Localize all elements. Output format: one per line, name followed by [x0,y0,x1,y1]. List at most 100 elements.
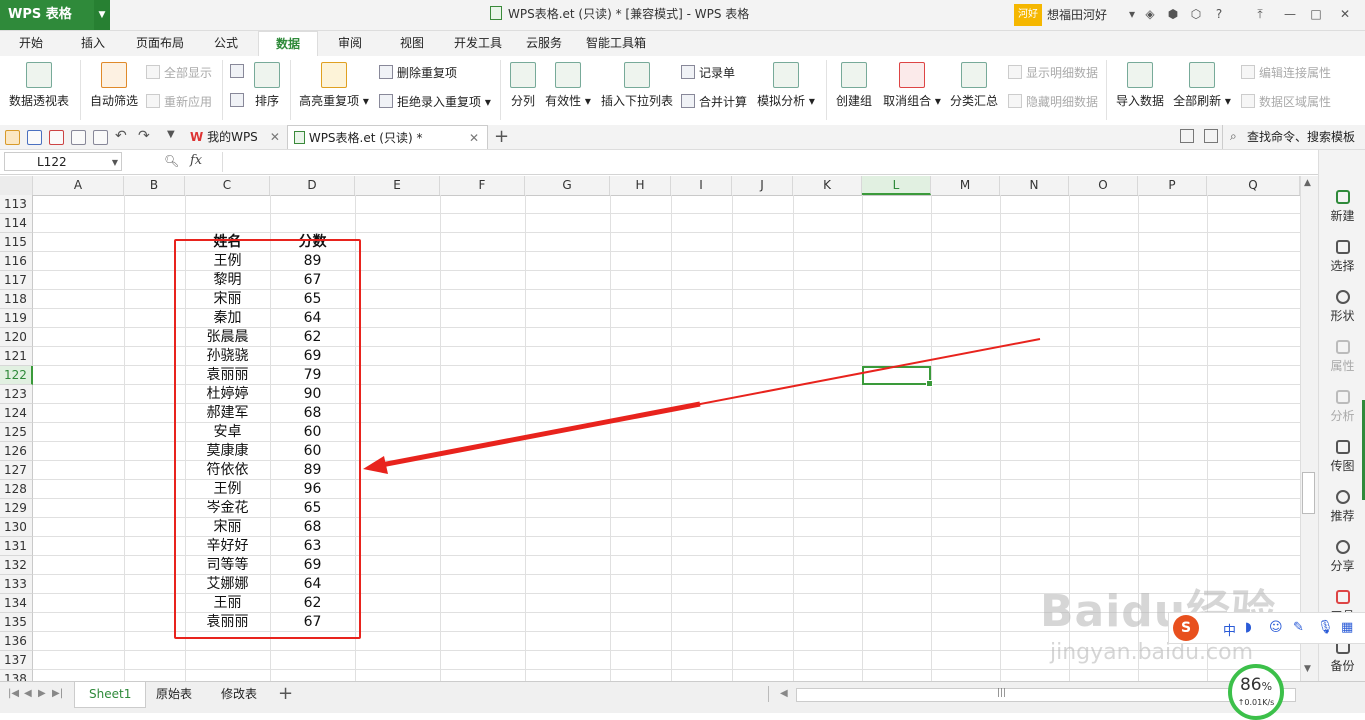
scroll-left-icon[interactable]: ◀ [780,688,788,699]
show-detail-button[interactable]: 显示明细数据 [1008,64,1098,81]
reapply-button[interactable]: 重新应用 [146,93,212,110]
pen-icon[interactable]: ✎ [1293,620,1304,635]
emoji-icon[interactable]: ☺ [1269,620,1283,635]
refresh-all-button[interactable]: 全部刷新 ▾ [1172,56,1232,109]
user-badge[interactable]: 河好 [1014,4,1042,26]
tab-formula[interactable]: 公式 [214,31,238,56]
shape-button[interactable]: 形状 [1319,290,1365,324]
first-sheet-icon[interactable]: |◀ [8,688,19,699]
recommend-button[interactable]: 推荐 [1319,490,1365,524]
tab-page-layout[interactable]: 页面布局 [136,31,184,56]
create-group-button[interactable]: 创建组 [834,56,874,109]
remove-duplicates-button[interactable]: 删除重复项 [379,64,457,81]
pivot-table-button[interactable]: 数据透视表 [6,56,72,109]
sort-button[interactable]: 排序 [252,56,282,109]
share-window-icon[interactable] [1204,129,1218,143]
select-button[interactable]: 选择 [1319,240,1365,274]
gear-icon[interactable]: ⬡ [1188,6,1204,22]
user-dropdown-icon[interactable]: ▾ [1124,6,1140,22]
sheet-tab[interactable]: 原始表 [142,682,206,707]
hide-detail-button[interactable]: 隐藏明细数据 [1008,93,1098,110]
sheet-tab[interactable]: 修改表 [207,682,271,707]
simulation-analysis-button[interactable]: 模拟分析 ▾ [756,56,816,109]
next-sheet-icon[interactable]: ▶ [38,688,46,699]
validity-button[interactable]: 有效性 ▾ [544,56,592,109]
zoom-icon[interactable]: 🔍︎ [164,154,179,168]
settings-icon[interactable]: ⬢ [1165,6,1181,22]
chevron-down-icon[interactable]: ▼ [167,129,175,140]
save-icon[interactable] [27,130,42,145]
screen-icon[interactable] [1180,129,1194,143]
prev-sheet-icon[interactable]: ◀ [24,688,32,699]
insert-function-button[interactable]: fx [190,153,202,168]
split-column-button[interactable]: 分列 [506,56,540,109]
minimize-icon[interactable]: — [1282,6,1298,22]
new-tab-icon[interactable]: + [494,125,509,149]
scroll-up-icon[interactable]: ▲ [1304,178,1311,188]
upload-image-button[interactable]: 传图 [1319,440,1365,474]
analyze-button[interactable]: 分析 [1319,390,1365,424]
close-icon[interactable]: ✕ [1337,6,1353,22]
export-pdf-icon[interactable] [49,130,64,145]
horizontal-scrollbar[interactable]: ||| [796,688,1296,702]
autofilter-button[interactable]: 自动筛选 [88,56,140,109]
vertical-scrollbar[interactable]: ▲ ▼ [1300,176,1318,681]
consolidate-button[interactable]: 合并计算 [681,93,747,110]
microphone-icon[interactable]: 🎙︎ [1317,620,1334,635]
tab-developer[interactable]: 开发工具 [454,31,502,56]
tab-view[interactable]: 视图 [400,31,424,56]
highlight-duplicates-button[interactable]: 高亮重复项 ▾ [298,56,370,109]
tab-current-document[interactable]: WPS表格.et (只读) * ✕ [287,125,488,149]
name-box[interactable]: L122 ▼ [4,152,122,171]
share-button[interactable]: 分享 [1319,540,1365,574]
tab-review[interactable]: 审阅 [338,31,362,56]
sort-asc-icon[interactable] [230,64,248,79]
import-data-button[interactable]: 导入数据 [1114,56,1166,109]
scrollbar-thumb[interactable] [1302,472,1315,514]
chevron-down-icon[interactable]: ▼ [112,153,118,172]
user-name[interactable]: 想福田河好 [1047,0,1107,30]
print-icon[interactable] [71,130,86,145]
subtotal-button[interactable]: 分类汇总 [948,56,1000,109]
fullscreen-icon[interactable]: ⤒ [1252,6,1268,22]
help-icon[interactable]: ? [1211,6,1227,22]
tab-my-wps[interactable]: W 我的WPS ✕ [190,125,280,149]
close-icon[interactable]: ✕ [270,130,280,144]
command-search[interactable]: 查找命令、搜索模板 [1247,125,1355,149]
print-preview-icon[interactable] [93,130,108,145]
add-sheet-icon[interactable]: + [278,682,293,706]
reject-duplicates-button[interactable]: 拒绝录入重复项 ▾ [379,93,491,110]
properties-button[interactable]: 属性 [1319,340,1365,374]
grid-menu-icon[interactable]: ▦ [1341,620,1353,635]
formula-input[interactable] [226,152,1316,172]
edit-connection-button[interactable]: 编辑连接属性 [1241,64,1331,81]
search-icon[interactable]: ⌕ [1230,129,1237,144]
last-sheet-icon[interactable]: ▶| [52,688,63,699]
sheet-tab[interactable]: Sheet1 [74,682,147,708]
insert-dropdown-list-button[interactable]: 插入下拉列表 [600,56,674,109]
maximize-icon[interactable]: □ [1308,6,1324,22]
punctuation-icon[interactable]: ◗ [1245,620,1252,635]
chevron-down-icon[interactable]: ▼ [94,0,110,30]
sogou-logo-icon[interactable]: S [1173,615,1199,641]
tab-cloud[interactable]: 云服务 [526,31,562,56]
tab-smart-tools[interactable]: 智能工具箱 [586,31,646,56]
tab-data[interactable]: 数据 [258,31,318,57]
scroll-down-icon[interactable]: ▼ [1304,664,1311,674]
record-form-button[interactable]: 记录单 [681,64,735,81]
chinese-mode-icon[interactable]: 中 [1223,620,1236,639]
backup-button[interactable]: 备份 [1319,640,1365,674]
ungroup-button[interactable]: 取消组合 ▾ [881,56,943,109]
close-icon[interactable]: ✕ [469,126,479,150]
sort-desc-icon[interactable] [230,93,248,108]
range-properties-button[interactable]: 数据区域属性 [1241,93,1331,110]
tab-insert[interactable]: 插入 [81,31,105,56]
tab-start[interactable]: 开始 [19,31,43,56]
new-button[interactable]: 新建 [1319,190,1365,224]
skin-icon[interactable]: ◈ [1142,6,1158,22]
show-all-button[interactable]: 全部显示 [146,64,212,81]
open-folder-icon[interactable] [5,130,20,145]
app-menu-button[interactable]: WPS 表格 ▼ [0,0,110,30]
undo-icon[interactable]: ↶ [115,128,127,144]
redo-icon[interactable]: ↷ [138,128,150,144]
